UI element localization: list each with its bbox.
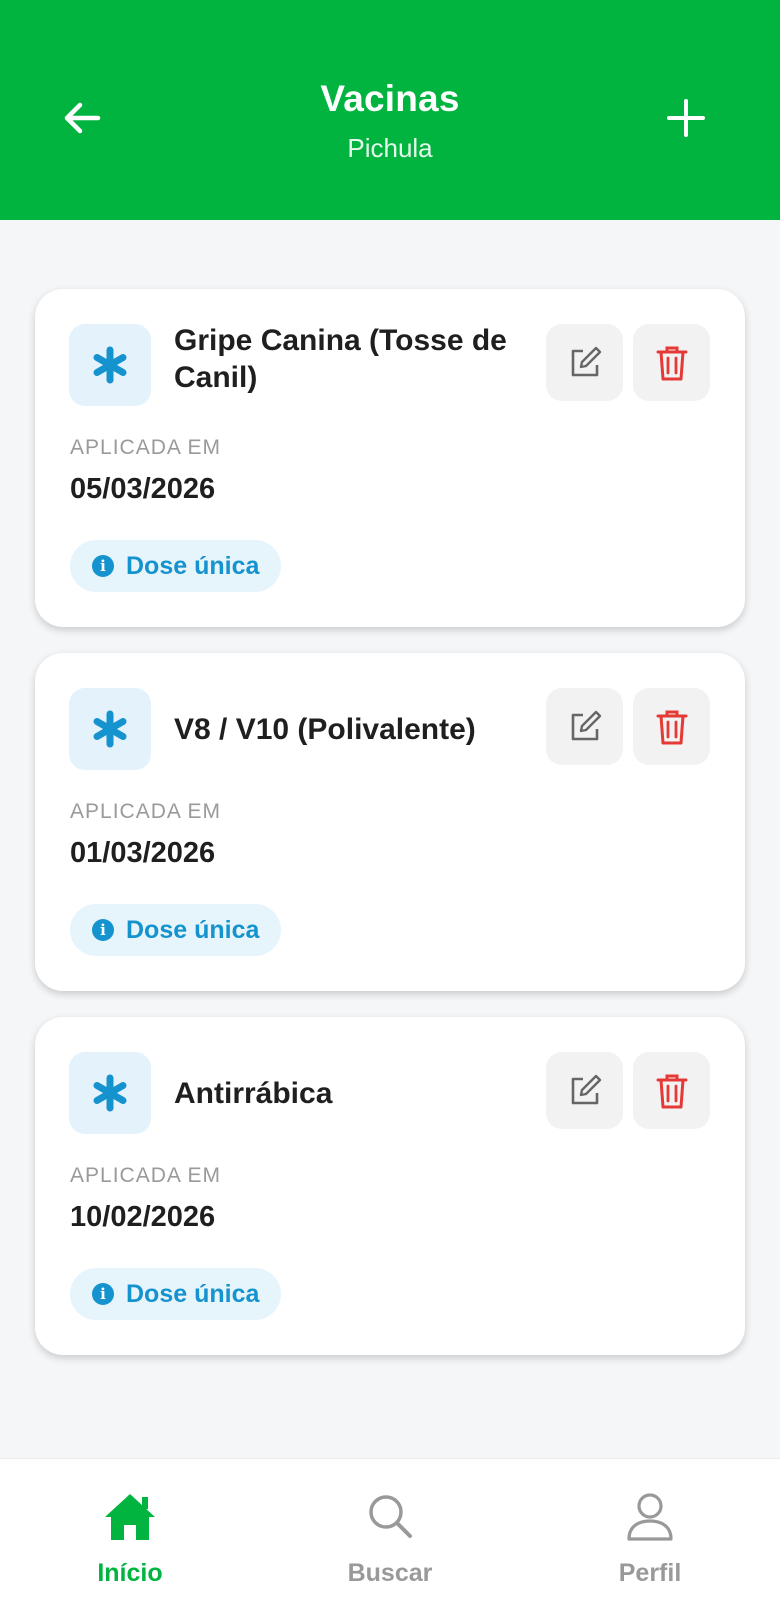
add-vaccine-button[interactable] <box>666 98 706 138</box>
delete-button[interactable] <box>633 688 710 765</box>
vaccine-card: V8 / V10 (Polivalente) APLICADA EM 01/03… <box>35 653 745 991</box>
applied-label: APLICADA EM <box>70 436 222 459</box>
dose-badge: i Dose única <box>70 904 282 956</box>
search-icon <box>369 1495 412 1538</box>
applied-label: APLICADA EM <box>70 800 222 823</box>
trash-icon <box>656 710 687 744</box>
vaccine-name: Gripe Canina (Tosse de Canil) <box>174 324 507 394</box>
plus-icon <box>667 99 705 137</box>
dose-badge-label: Dose única <box>126 1279 260 1308</box>
bottom-navigation: Início Buscar Perfil <box>0 1458 780 1600</box>
page-title: Vacinas <box>320 78 460 119</box>
applied-date: 05/03/2026 <box>70 473 216 505</box>
dose-badge-label: Dose única <box>126 915 260 944</box>
edit-icon <box>571 710 601 740</box>
applied-date: 10/02/2026 <box>70 1201 216 1233</box>
nav-item-inicio[interactable]: Início <box>0 1459 260 1600</box>
vaccine-icon-tile <box>69 688 151 770</box>
info-icon: i <box>92 1283 114 1305</box>
nav-item-label: Início <box>97 1559 163 1587</box>
trash-icon <box>656 346 687 380</box>
nav-item-perfil[interactable]: Perfil <box>520 1459 780 1600</box>
vaccine-card: Gripe Canina (Tosse de Canil) APLICADA E… <box>35 289 745 627</box>
edit-button[interactable] <box>546 324 623 401</box>
info-icon: i <box>92 919 114 941</box>
trash-icon <box>656 1074 687 1108</box>
delete-button[interactable] <box>633 324 710 401</box>
edit-button[interactable] <box>546 1052 623 1129</box>
asterisk-icon <box>93 710 127 748</box>
dose-badge: i Dose única <box>70 540 282 592</box>
vaccine-icon-tile <box>69 1052 151 1134</box>
edit-button[interactable] <box>546 688 623 765</box>
info-icon: i <box>92 555 114 577</box>
applied-date: 01/03/2026 <box>70 837 216 869</box>
applied-label: APLICADA EM <box>70 1164 222 1187</box>
nav-item-label: Buscar <box>347 1559 433 1587</box>
nav-item-buscar[interactable]: Buscar <box>260 1459 520 1600</box>
dose-badge-label: Dose única <box>126 551 260 580</box>
delete-button[interactable] <box>633 1052 710 1129</box>
edit-icon <box>571 346 601 376</box>
vaccine-name: V8 / V10 (Polivalente) <box>174 713 476 746</box>
home-icon <box>105 1494 155 1540</box>
app-header: Vacinas Pichula <box>0 0 780 220</box>
user-icon <box>627 1493 673 1541</box>
asterisk-icon <box>93 346 127 384</box>
edit-icon <box>571 1074 601 1104</box>
dose-badge: i Dose única <box>70 1268 282 1320</box>
page-subtitle: Pichula <box>347 133 433 163</box>
vaccine-name: Antirrábica <box>174 1077 333 1110</box>
vaccine-card: Antirrábica APLICADA EM 10/02/2026 i Dos… <box>35 1017 745 1355</box>
asterisk-icon <box>93 1074 127 1112</box>
vaccine-icon-tile <box>69 324 151 406</box>
nav-item-label: Perfil <box>618 1559 682 1587</box>
